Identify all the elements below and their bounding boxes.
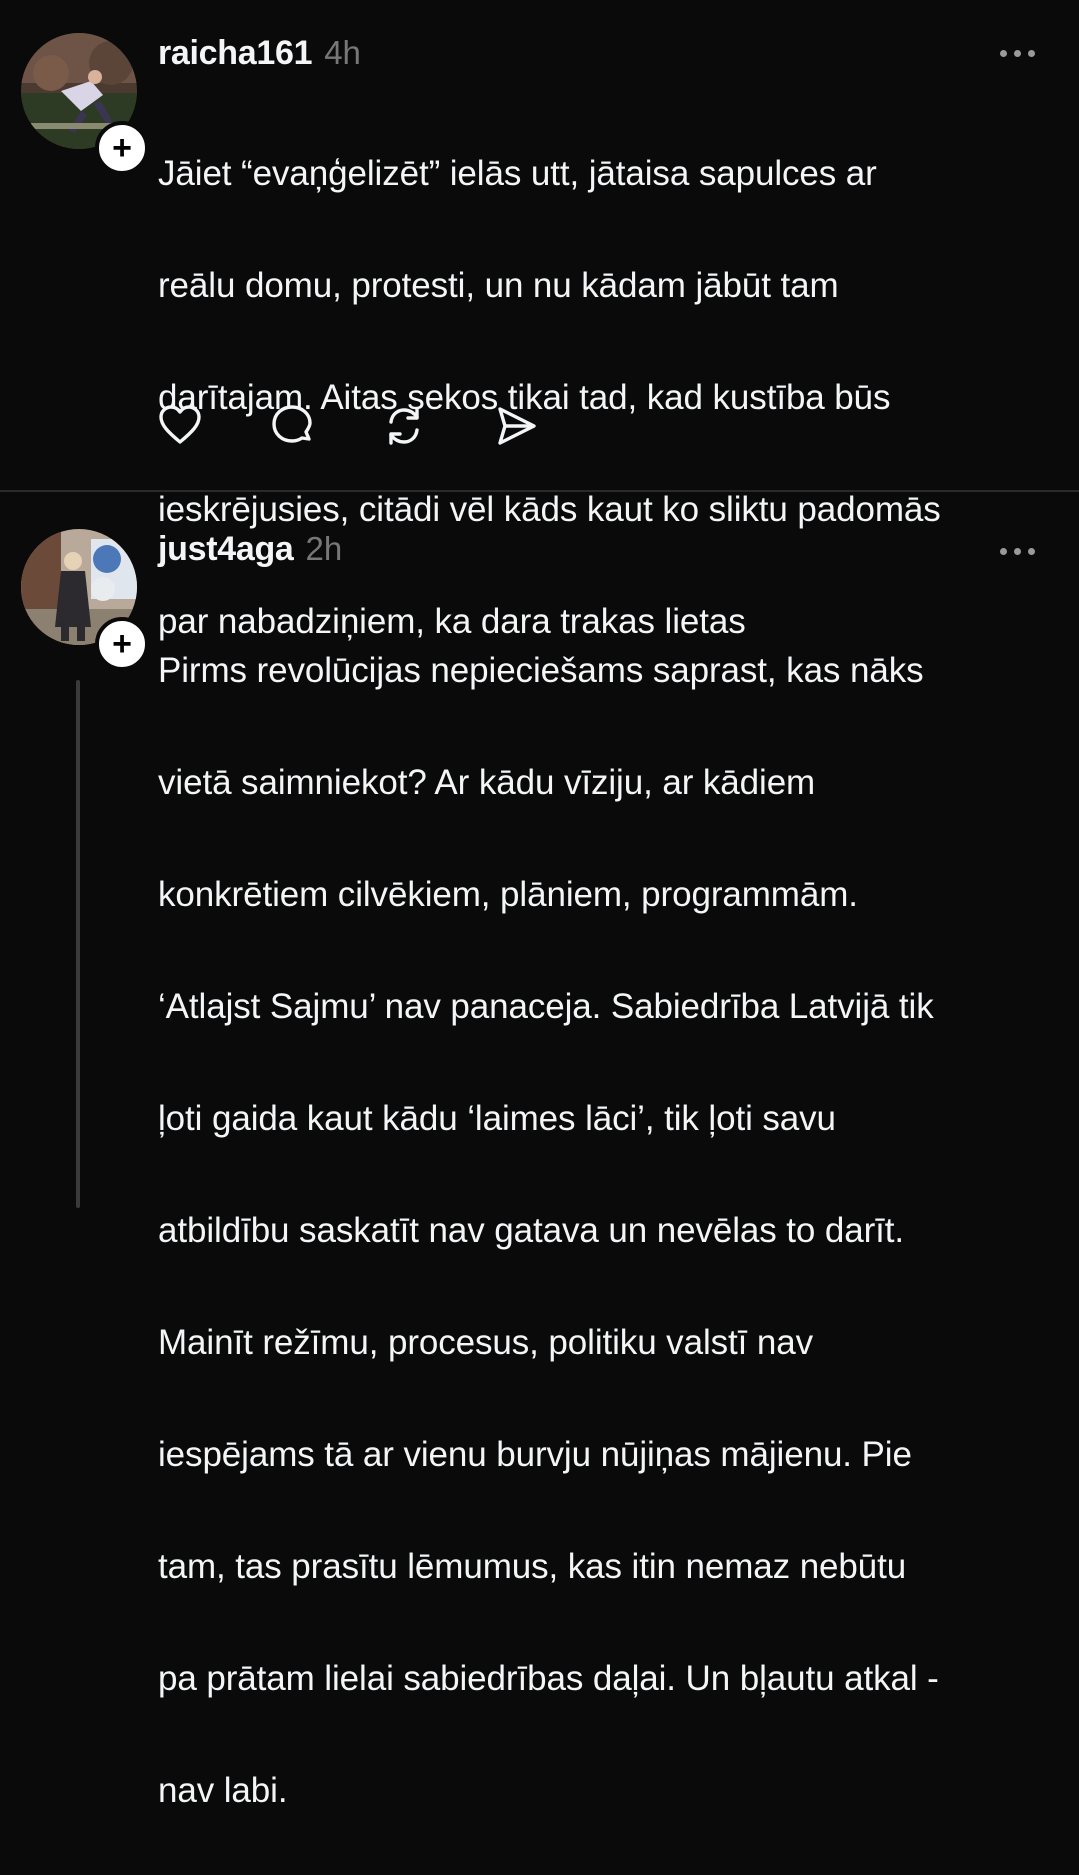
plus-icon: +: [112, 625, 132, 663]
heart-icon[interactable]: [158, 404, 202, 448]
post-header: raicha161 4h: [158, 34, 1079, 78]
follow-button[interactable]: +: [95, 121, 149, 175]
avatar-container[interactable]: +: [21, 33, 149, 175]
thread-line: [76, 680, 80, 1208]
post-text-line: reālu domu, protesti, un nu kādam jābūt …: [158, 266, 839, 305]
timestamp: 2h: [305, 530, 343, 567]
action-bar: [158, 404, 538, 448]
post-text-line: nav labi.: [158, 1771, 288, 1810]
post-text-line: iespējams tā ar vienu burvju nūjiņas māj…: [158, 1435, 912, 1474]
post-header: just4aga 2h: [158, 530, 1079, 574]
post-text-line: atbildību saskatīt nav gatava un nevēlas…: [158, 1211, 905, 1250]
post-raicha161: + raicha161 4h Jāiet “evaņģelizēt” ielās…: [0, 0, 1079, 641]
post-text-line: ‘Atlajst Sajmu’ nav panaceja. Sabiedrība…: [158, 987, 934, 1026]
comment-icon[interactable]: [270, 404, 314, 448]
share-icon[interactable]: [494, 404, 538, 448]
timestamp: 4h: [324, 34, 361, 71]
post-text-line: Mainīt režīmu, procesus, politiku valstī…: [158, 1323, 814, 1362]
plus-icon: +: [112, 129, 132, 167]
avatar-container[interactable]: +: [21, 529, 149, 671]
post-just4aga: + just4aga 2h Pirms revolūcijas nepiecie…: [0, 492, 1079, 1810]
post-text-line: ļoti gaida kaut kādu ‘laimes lāci’, tik …: [158, 1099, 836, 1138]
post-text-line: Pirms revolūcijas nepieciešams saprast, …: [158, 651, 924, 690]
more-icon[interactable]: [1000, 548, 1035, 555]
more-icon[interactable]: [1000, 50, 1035, 57]
username[interactable]: just4aga: [158, 530, 294, 569]
post-text-line: vietā saimniekot? Ar kādu vīziju, ar kād…: [158, 763, 816, 802]
post-text: Pirms revolūcijas nepieciešams saprast, …: [158, 587, 1059, 1875]
follow-button[interactable]: +: [95, 617, 149, 671]
username[interactable]: raicha161: [158, 34, 313, 73]
post-text-line: tam, tas prasītu lēmumus, kas itin nemaz…: [158, 1547, 907, 1586]
post-text-line: Jāiet “evaņģelizēt” ielās utt, jātaisa s…: [158, 154, 877, 193]
repost-icon[interactable]: [382, 404, 426, 448]
post-text-line: konkrētiem cilvēkiem, plāniem, programmā…: [158, 875, 858, 914]
post-text-line: pa prātam lielai sabiedrības daļai. Un b…: [158, 1659, 939, 1698]
